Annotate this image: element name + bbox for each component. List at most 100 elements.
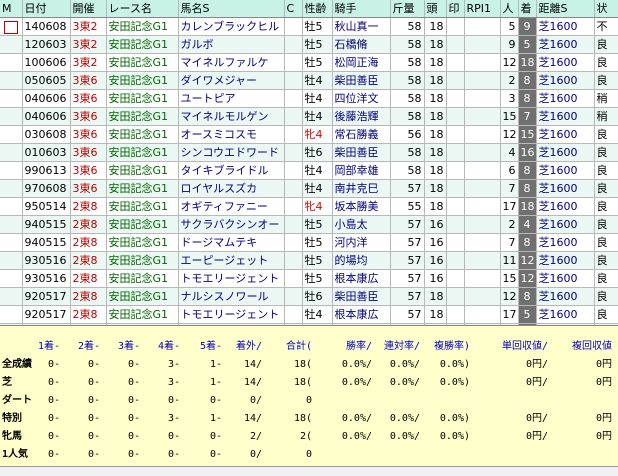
cell-mark <box>446 71 465 90</box>
cell-date: 100606 <box>22 53 71 72</box>
cell-pop: 15 <box>500 269 519 288</box>
cell-heads: 16 <box>424 251 447 270</box>
cell-sex: 牡4 <box>302 107 333 126</box>
table-row[interactable]: 930516 2東8 安田記念G1 トモエリージェント 牡5 根本康広 57 16 15 12 芝1… <box>0 269 618 288</box>
cell-race: 安田記念G1 <box>106 71 179 90</box>
table-row[interactable]: 040606 3東6 安田記念G1 ユートピア 牡4 四位洋文 58 18 3 8 芝1600 稍 <box>0 89 618 108</box>
row-checkbox[interactable] <box>0 305 23 324</box>
column-header[interactable]: 馬名S <box>178 0 285 18</box>
cell-mark <box>446 35 465 54</box>
table-row[interactable]: 120603 3東2 安田記念G1 ガルボ 牡5 石橋脩 58 18 9 5 芝1600 良 <box>0 35 618 54</box>
table-row[interactable]: 930516 2東8 安田記念G1 エーピージェット 牡5 的場均 57 16 11 12 芝160… <box>0 251 618 270</box>
table-row[interactable]: 140608 3東2 安田記念G1 カレンブラックヒル 牡5 秋山真一 58 18 5 9 芝160… <box>0 17 618 36</box>
table-row[interactable]: 920517 2東8 安田記念G1 トモエリージェント 牡4 根本康広 57 18 17 5 芝16… <box>0 305 618 324</box>
cell-rpi <box>464 89 501 108</box>
cell-pop: 12 <box>500 287 519 306</box>
column-header[interactable]: 印 <box>446 0 465 18</box>
row-checkbox[interactable] <box>0 107 23 126</box>
table-row[interactable]: 920517 2東8 安田記念G1 ナルシスノワール 牡6 柴田善臣 57 18 12 8 芝160… <box>0 287 618 306</box>
cell-dist: 芝1600 <box>536 287 595 306</box>
cell-race: 安田記念G1 <box>106 269 179 288</box>
row-checkbox[interactable] <box>0 233 23 252</box>
cell-c <box>284 251 303 270</box>
row-checkbox[interactable] <box>0 269 23 288</box>
cell-heads: 18 <box>424 179 447 198</box>
cell-sex: 牡5 <box>302 233 333 252</box>
cell-horse: ダイワメジャー <box>178 71 285 90</box>
cell-c <box>284 71 303 90</box>
cell-cond: 良 <box>594 125 618 144</box>
column-header[interactable]: RPI1 <box>464 0 501 18</box>
row-checkbox[interactable] <box>0 35 23 54</box>
table-row[interactable]: 940515 2東8 安田記念G1 ドージマムテキ 牡5 河内洋 57 16 7 8 芝1600 良 <box>0 233 618 252</box>
table-row[interactable]: 030608 3東6 安田記念G1 オースミコスモ 牝4 常石勝義 56 18 12 15 芝160… <box>0 125 618 144</box>
cell-pop: 12 <box>500 53 519 72</box>
cell-sex: 牡6 <box>302 287 333 306</box>
row-checkbox[interactable] <box>0 179 23 198</box>
column-header[interactable]: 状 <box>594 0 618 18</box>
cell-course: 3東6 <box>70 107 107 126</box>
cell-cond: 良 <box>594 197 618 216</box>
cell-date: 930516 <box>22 251 71 270</box>
column-header[interactable]: レース名 <box>106 0 179 18</box>
row-checkbox[interactable] <box>0 71 23 90</box>
stats-row: 芝 0- 0- 0- 3- 1- 14/18(0.0%/0.0%/0.0%) 0円/0円 <box>0 374 618 391</box>
row-checkbox[interactable] <box>0 197 23 216</box>
cell-race: 安田記念G1 <box>106 143 179 162</box>
cell-pop: 3 <box>500 89 519 108</box>
column-header[interactable]: 騎手 <box>332 0 391 18</box>
cell-heads: 18 <box>424 305 447 324</box>
cell-date: 930516 <box>22 269 71 288</box>
cell-finish: 8 <box>518 89 537 108</box>
table-row[interactable]: 010603 3東6 安田記念G1 シンコウエドワード 牡6 柴田善臣 58 18 4 16 芝16… <box>0 143 618 162</box>
cell-heads: 18 <box>424 125 447 144</box>
cell-course: 2東8 <box>70 197 107 216</box>
table-row[interactable]: 970608 3東6 安田記念G1 ロイヤルスズカ 牡4 南井克巳 57 18 7 8 芝1600 良 <box>0 179 618 198</box>
cell-weight: 58 <box>390 161 425 180</box>
column-header[interactable]: 斤量 <box>390 0 425 18</box>
table-row[interactable]: 040606 3東6 安田記念G1 マイネルモルゲン 牡4 後藤浩輝 58 18 15 7 芝160… <box>0 107 618 126</box>
cell-course: 2東8 <box>70 215 107 234</box>
cell-mark <box>446 179 465 198</box>
cell-mark <box>446 251 465 270</box>
cell-cond: 良 <box>594 269 618 288</box>
row-checkbox[interactable] <box>0 143 23 162</box>
column-header[interactable]: 開催 <box>70 0 107 18</box>
cell-rpi <box>464 269 501 288</box>
cell-finish: 7 <box>518 107 537 126</box>
row-checkbox[interactable] <box>0 89 23 108</box>
cell-weight: 57 <box>390 233 425 252</box>
cell-finish: 8 <box>518 233 537 252</box>
cell-race: 安田記念G1 <box>106 251 179 270</box>
cell-finish: 5 <box>518 305 537 324</box>
table-row[interactable]: 950514 2東8 安田記念G1 オギティファニー 牝4 坂本勝美 55 18 17 18 芝16… <box>0 197 618 216</box>
table-row[interactable]: 050605 3東6 安田記念G1 ダイワメジャー 牡4 柴田善臣 58 18 2 8 芝1600 良 <box>0 71 618 90</box>
column-header[interactable]: 日付 <box>22 0 71 18</box>
row-checkbox[interactable] <box>0 125 23 144</box>
cell-weight: 58 <box>390 53 425 72</box>
row-checkbox[interactable] <box>0 215 23 234</box>
column-header[interactable]: 頭 <box>424 0 447 18</box>
column-header[interactable]: 距離S <box>536 0 595 18</box>
cell-rpi <box>464 215 501 234</box>
row-checkbox[interactable] <box>0 287 23 306</box>
column-header[interactable]: C <box>284 0 303 18</box>
cell-pop: 9 <box>500 35 519 54</box>
column-header[interactable]: 性齢 <box>302 0 333 18</box>
table-row[interactable]: 100606 3東2 安田記念G1 マイネルファルケ 牡5 松岡正海 58 18 12 18 芝16… <box>0 53 618 72</box>
cell-date: 010603 <box>22 143 71 162</box>
column-header[interactable]: 着 <box>518 0 537 18</box>
cell-mark <box>446 53 465 72</box>
table-row[interactable]: 940515 2東8 安田記念G1 サクラバクシンオー 牡5 小島太 57 16 2 4 芝1600… <box>0 215 618 234</box>
column-header[interactable]: 人 <box>500 0 519 18</box>
cell-course: 2東8 <box>70 305 107 324</box>
cell-weight: 57 <box>390 287 425 306</box>
row-checkbox[interactable] <box>0 161 23 180</box>
table-row[interactable]: 990613 3東6 安田記念G1 タイキブライドル 牡4 岡部幸雄 58 18 6 8 芝1600… <box>0 161 618 180</box>
row-checkbox[interactable] <box>0 53 23 72</box>
column-header[interactable]: M <box>0 0 23 18</box>
cell-horse: トモエリージェント <box>178 305 285 324</box>
row-checkbox[interactable] <box>0 17 23 36</box>
cell-rpi <box>464 251 501 270</box>
row-checkbox[interactable] <box>0 251 23 270</box>
